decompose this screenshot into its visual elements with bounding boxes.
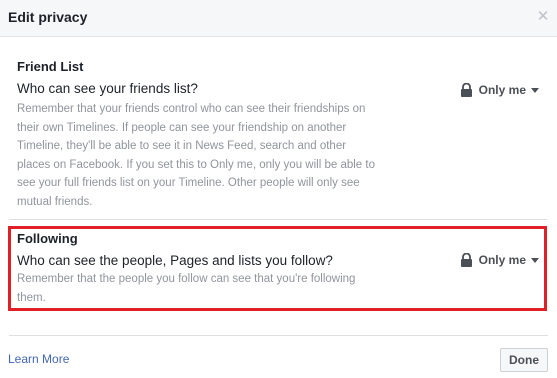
section-question: Who can see your friends list? bbox=[17, 81, 198, 96]
edit-privacy-dialog: Edit privacy ✕ Friend List Who can see y… bbox=[0, 0, 557, 378]
learn-more-link[interactable]: Learn More bbox=[8, 352, 69, 366]
audience-label: Only me bbox=[478, 83, 526, 97]
friend-list-section: Friend List Who can see your friends lis… bbox=[9, 50, 547, 220]
section-description: Remember that your friends control who c… bbox=[17, 103, 375, 208]
dialog-header: Edit privacy ✕ bbox=[0, 0, 557, 37]
friend-list-audience-selector[interactable]: Only me bbox=[460, 82, 539, 98]
section-title: Friend List bbox=[17, 59, 84, 74]
done-button[interactable]: Done bbox=[500, 348, 548, 372]
dialog-title: Edit privacy bbox=[8, 9, 88, 25]
footer-divider bbox=[9, 335, 548, 336]
lock-icon bbox=[460, 83, 472, 97]
chevron-down-icon bbox=[531, 87, 539, 93]
highlight-box bbox=[8, 226, 547, 311]
close-icon[interactable]: ✕ bbox=[535, 9, 551, 25]
